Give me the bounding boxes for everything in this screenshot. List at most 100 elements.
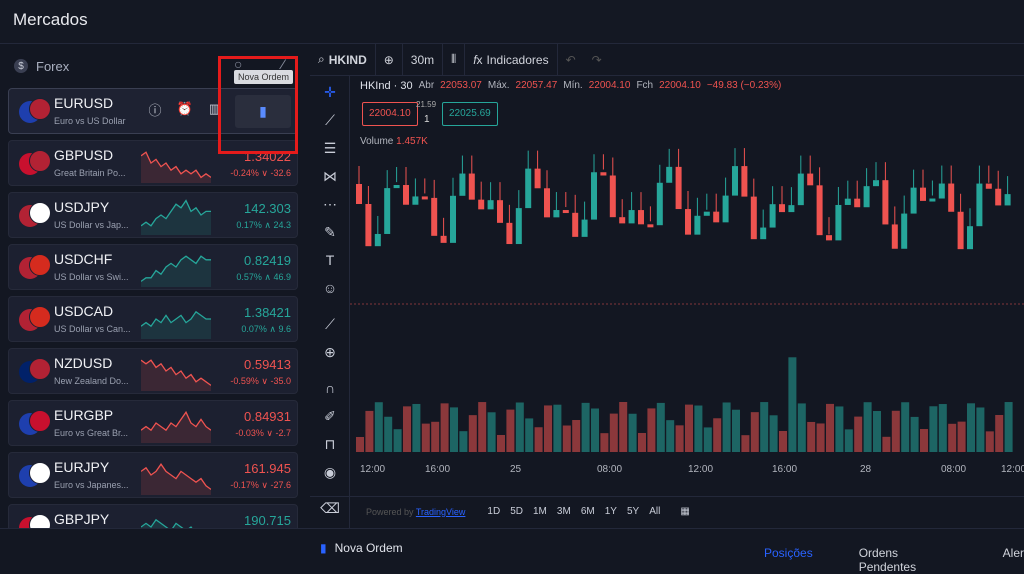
volume-bar (562, 425, 571, 452)
emoji-icon[interactable]: ☺ (320, 280, 340, 300)
pattern-icon[interactable]: ⋈ (320, 168, 340, 188)
symbol-description: US Dollar vs Swi... (54, 272, 129, 282)
volume-bar (732, 409, 740, 452)
range-1m[interactable]: 1M (533, 506, 547, 517)
price: 0.59413 (244, 357, 291, 372)
volume-bar (816, 423, 825, 452)
volume-bar (628, 413, 637, 452)
market-row-usdcad[interactable]: USDCAD US Dollar vs Can... 1.38421 0.07%… (8, 296, 298, 342)
range-5y[interactable]: 5Y (627, 506, 639, 517)
range-all[interactable]: All (649, 506, 660, 517)
undo-button[interactable]: ↶ (558, 44, 584, 75)
range-1y[interactable]: 1Y (605, 506, 617, 517)
bottom-tab[interactable]: Ordens Pendentes (859, 546, 957, 574)
candle (562, 210, 569, 214)
new-order-panel-tab[interactable]: ▮ Nova Ordem (320, 541, 403, 555)
interval-button[interactable]: 30m (403, 44, 444, 75)
plus-circle-icon: ⊕ (383, 52, 394, 67)
volume-bar (600, 433, 609, 452)
sparkline (141, 255, 211, 287)
trendline-icon[interactable]: ⟋ (320, 112, 340, 132)
volume-bar (741, 435, 750, 452)
prediction-icon[interactable]: ⋯ (320, 196, 340, 216)
volume-bar (995, 415, 1004, 452)
symbol-search[interactable]: ⌕ HKIND (310, 44, 376, 75)
forex-section-header[interactable]: $ Forex (14, 56, 69, 76)
range-6m[interactable]: 6M (581, 506, 595, 517)
flag-icon (29, 254, 51, 276)
volume-bar (957, 421, 966, 452)
market-row-usdjpy[interactable]: USDJPY US Dollar vs Jap... 142.303 0.17%… (8, 192, 298, 238)
volume-bar (619, 402, 628, 452)
market-row-usdchf[interactable]: USDCHF US Dollar vs Swi... 0.82419 0.57%… (8, 244, 298, 290)
bottom-tab[interactable]: Aler (1003, 546, 1024, 574)
candle (675, 166, 682, 210)
volume-bar (421, 423, 430, 452)
candle (497, 200, 503, 223)
fib-icon[interactable]: ☰ (320, 140, 340, 160)
candle (440, 235, 447, 243)
price: 190.715 (244, 513, 291, 528)
candle (421, 196, 428, 200)
magnet-icon[interactable]: ∩ (320, 380, 340, 400)
compare-button[interactable]: ⊕ (376, 44, 403, 75)
volume-bar (826, 403, 834, 452)
symbol-description: Euro vs US Dollar (54, 116, 126, 126)
candle (478, 199, 485, 210)
market-row-nzdusd[interactable]: NZDUSD New Zealand Do... 0.59413 -0.59% … (8, 348, 298, 394)
candle (638, 210, 644, 225)
eye-icon[interactable]: ◉ (320, 464, 340, 484)
sparkline (141, 463, 211, 495)
lock-icon[interactable]: ⊓ (320, 436, 340, 456)
brush-icon[interactable]: ✎ (320, 224, 340, 244)
volume-bar (807, 421, 816, 452)
indicators-button[interactable]: fx Indicadores (465, 44, 558, 75)
candle (797, 173, 804, 206)
x-tick-label: 12:00 (360, 464, 385, 475)
candle (750, 196, 757, 240)
chart-area[interactable]: ⌕ HKIND ⊕ 30m ⫴ fx Indicadores ↶ ↷ ✛ ⟋ ☰ ⋈… (310, 44, 1024, 528)
ruler-icon[interactable]: ⟋ (320, 316, 340, 336)
chart-type-button[interactable]: ⫴ (443, 44, 466, 75)
calendar-icon[interactable]: ▦ (680, 506, 689, 517)
zoom-icon[interactable]: ⊕ (320, 344, 340, 364)
page-title: Mercados (13, 10, 88, 29)
redo-button[interactable]: ↷ (584, 44, 610, 75)
change: 0.17% ∧ 24.3 (236, 220, 291, 230)
symbol-label: GBPJPY (54, 511, 110, 527)
candle (760, 227, 767, 240)
range-1d[interactable]: 1D (487, 506, 500, 517)
price: 142.303 (244, 201, 291, 216)
candle (976, 183, 983, 227)
market-row-eurjpy[interactable]: EURJPY Euro vs Japanes... 161.945 -0.17%… (8, 452, 298, 498)
candle (985, 183, 992, 189)
volume-bar (515, 402, 524, 452)
range-5d[interactable]: 5D (510, 506, 523, 517)
info-icon[interactable]: ⓘ (145, 99, 165, 119)
volume-bar (760, 402, 769, 452)
crosshair-icon[interactable]: ✛ (320, 84, 340, 104)
x-tick-label: 08:00 (597, 464, 622, 475)
market-row-eurgbp[interactable]: EURGBP Euro vs Great Br... 0.84931 -0.03… (8, 400, 298, 446)
sparkline (141, 310, 211, 339)
volume-bar (553, 404, 562, 452)
document-plus-icon: ▮ (320, 541, 327, 555)
symbol-description: Great Britain Po... (54, 168, 126, 178)
candle (769, 204, 776, 228)
volume-bar (703, 427, 712, 452)
text-icon[interactable]: T (320, 252, 340, 272)
change: 0.07% ∧ 9.6 (241, 324, 291, 334)
candle (863, 186, 870, 208)
candlestick-chart[interactable]: 12:00 16:00 25 08:00 12:00 16:00 28 08:00 12:00 (350, 104, 1024, 496)
volume-bar (844, 429, 853, 452)
lock-drawing-icon[interactable]: ✐ (320, 408, 340, 428)
legend-symbol: HKInd · 30 (360, 80, 413, 92)
tradingview-link[interactable]: TradingView (416, 507, 466, 517)
symbol-label: NZDUSD (54, 355, 113, 371)
new-order-label: Nova Ordem (334, 541, 403, 555)
volume-bar (497, 434, 505, 452)
volume-bar (929, 406, 938, 452)
bottom-tab[interactable]: Posições (764, 546, 813, 574)
range-3m[interactable]: 3M (557, 506, 571, 517)
alarm-icon[interactable]: ⏰ (175, 99, 195, 119)
